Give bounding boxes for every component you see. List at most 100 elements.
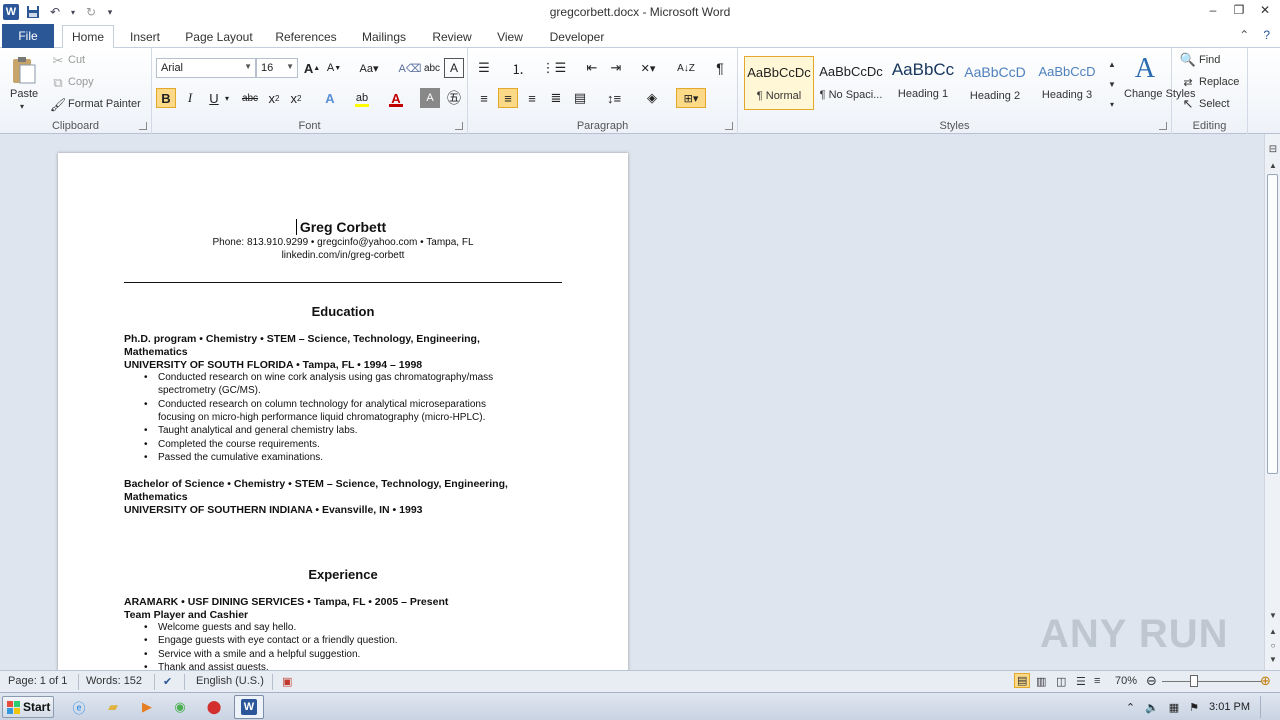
linkedin-line[interactable]: linkedin.com/in/greg-corbett	[58, 250, 628, 261]
font-size-dropdown-icon[interactable]: ▼	[286, 62, 294, 71]
language-indicator[interactable]: English (U.S.)	[196, 675, 264, 687]
style-heading-2[interactable]: AaBbCcD Heading 2	[960, 56, 1030, 110]
clear-formatting-icon[interactable]: A⌫	[399, 58, 422, 78]
list-item[interactable]: Completed the course requirements.	[144, 439, 320, 452]
font-name-dropdown-icon[interactable]: ▼	[244, 62, 252, 71]
copy-button[interactable]: Copy	[68, 76, 94, 88]
increase-indent-icon[interactable]: ⇥	[606, 58, 626, 78]
font-name-combo[interactable]: Arial ▼	[156, 58, 256, 78]
print-layout-view-icon[interactable]: ▤	[1014, 673, 1031, 688]
show-hidden-icons-icon[interactable]: ⌃	[1126, 701, 1135, 714]
styles-scroll-up-icon[interactable]: ▲	[1106, 56, 1118, 72]
strikethrough-icon[interactable]: abc	[238, 88, 262, 108]
align-left-icon[interactable]: ≡	[474, 88, 494, 108]
font-size-combo[interactable]: 16 ▼	[256, 58, 298, 78]
page-count[interactable]: Page: 1 of 1	[8, 675, 67, 687]
tab-home[interactable]: Home	[62, 25, 114, 48]
tab-mailings[interactable]: Mailings	[352, 25, 416, 48]
list-item[interactable]: Passed the cumulative examinations.	[144, 452, 323, 465]
clock[interactable]: 3:01 PM	[1209, 701, 1250, 713]
distributed-icon[interactable]: ▤	[570, 88, 590, 108]
find-icon[interactable]: 🔍	[1180, 52, 1196, 68]
borders-icon[interactable]: ⊞▾	[676, 88, 706, 108]
bs-school-line[interactable]: UNIVERSITY OF SOUTHERN INDIANA • Evansvi…	[124, 504, 423, 516]
italic-icon[interactable]: I	[180, 88, 200, 108]
select-button[interactable]: Select	[1199, 98, 1230, 110]
undo-icon[interactable]: ↶	[47, 4, 63, 20]
numbering-icon[interactable]: ⒈	[508, 58, 528, 78]
line-spacing-icon[interactable]: ↕≡	[604, 88, 624, 108]
replace-icon[interactable]: ⇄	[1180, 74, 1196, 90]
contact-line[interactable]: Phone: 813.910.9299 • gregcinfo@yahoo.co…	[58, 237, 628, 248]
network-icon[interactable]: ▦	[1169, 701, 1179, 714]
find-button[interactable]: Find	[1199, 54, 1220, 66]
experience-heading[interactable]: Experience	[58, 567, 628, 582]
web-layout-icon[interactable]: ◫	[1056, 675, 1066, 688]
show-desktop-button[interactable]	[1260, 696, 1270, 718]
tab-references[interactable]: References	[268, 25, 344, 48]
phd-school-line[interactable]: UNIVERSITY OF SOUTH FLORIDA • Tampa, FL …	[124, 359, 422, 371]
list-item[interactable]: Conducted research on wine cork analysis…	[144, 372, 493, 397]
action-center-icon[interactable]: ⚑	[1189, 701, 1199, 714]
tab-developer[interactable]: Developer	[542, 25, 612, 48]
tab-insert[interactable]: Insert	[120, 25, 170, 48]
customize-qat-icon[interactable]: ▾	[105, 4, 115, 20]
education-heading[interactable]: Education	[58, 304, 628, 319]
subscript-icon[interactable]: x2	[264, 88, 284, 108]
shrink-font-icon[interactable]: A ▼	[324, 58, 344, 78]
grow-font-icon[interactable]: A ▲	[302, 58, 322, 78]
outline-view-icon[interactable]: ☰	[1076, 675, 1086, 688]
font-launcher-icon[interactable]	[455, 122, 463, 130]
style-normal[interactable]: AaBbCcDc ¶ Normal	[744, 56, 814, 110]
character-shading-icon[interactable]: A	[420, 88, 440, 108]
list-item[interactable]: Service with a smile and a helpful sugge…	[144, 649, 360, 662]
clipboard-launcher-icon[interactable]	[139, 122, 147, 130]
shading-icon[interactable]: ◈	[642, 88, 662, 108]
zoom-slider-thumb[interactable]	[1190, 675, 1198, 687]
start-button[interactable]: Start	[2, 696, 54, 718]
undo-dropdown-icon[interactable]: ▾	[69, 4, 77, 20]
restore-icon[interactable]: ❐	[1230, 2, 1248, 18]
phd-degree-line-cont[interactable]: Mathematics	[124, 346, 188, 358]
change-styles-icon[interactable]: A	[1130, 53, 1160, 84]
full-screen-reading-icon[interactable]: ▥	[1036, 675, 1046, 688]
paragraph-launcher-icon[interactable]	[725, 122, 733, 130]
style-heading-1[interactable]: AaBbCc Heading 1	[888, 56, 958, 110]
select-icon[interactable]: ↖	[1180, 96, 1196, 112]
redo-icon[interactable]: ↻	[83, 4, 99, 20]
paste-dropdown-icon[interactable]: ▾	[20, 102, 24, 111]
scrollbar-thumb[interactable]	[1267, 174, 1278, 474]
bullets-icon[interactable]: ☰	[474, 58, 494, 78]
format-painter-button[interactable]: Format Painter	[68, 98, 141, 110]
show-formatting-icon[interactable]: ¶	[710, 58, 730, 78]
minimize-ribbon-icon[interactable]: ⌃	[1239, 28, 1249, 42]
volume-icon[interactable]: 🔈	[1145, 701, 1159, 714]
select-browse-object-icon[interactable]: ○	[1265, 638, 1280, 652]
style-heading-3[interactable]: AaBbCcD Heading 3	[1032, 56, 1102, 110]
tab-file[interactable]: File	[2, 24, 54, 48]
scroll-down-icon[interactable]: ▼	[1265, 608, 1280, 622]
proofing-icon[interactable]: ✔	[163, 675, 172, 688]
superscript-icon[interactable]: x2	[286, 88, 306, 108]
enclose-characters-icon[interactable]: ㊄	[444, 88, 464, 108]
file-explorer-icon[interactable]: ▰	[102, 697, 124, 717]
list-item[interactable]: Conducted research on column technology …	[144, 399, 486, 424]
chrome-icon[interactable]: ◉	[169, 697, 191, 717]
character-border-icon[interactable]: A	[444, 58, 464, 78]
styles-scroll-down-icon[interactable]: ▼	[1106, 76, 1118, 92]
previous-page-icon[interactable]: ▲	[1265, 624, 1280, 638]
job-line[interactable]: ARAMARK • USF DINING SERVICES • Tampa, F…	[124, 596, 448, 608]
close-icon[interactable]: ✕	[1256, 2, 1274, 18]
tab-view[interactable]: View	[488, 25, 532, 48]
bs-degree-line[interactable]: Bachelor of Science • Chemistry • STEM –…	[124, 478, 508, 490]
word-count[interactable]: Words: 152	[86, 675, 142, 687]
bs-degree-line-cont[interactable]: Mathematics	[124, 491, 188, 503]
format-painter-icon[interactable]: 🖌	[50, 97, 67, 113]
word-taskbar-icon[interactable]: W	[238, 697, 260, 717]
styles-launcher-icon[interactable]	[1159, 122, 1167, 130]
job-title[interactable]: Team Player and Cashier	[124, 609, 248, 621]
styles-more-icon[interactable]: ▾	[1106, 96, 1118, 112]
align-center-icon[interactable]: ≡	[498, 88, 518, 108]
cut-button[interactable]: Cut	[68, 54, 85, 66]
list-item[interactable]: Engage guests with eye contact or a frie…	[144, 635, 398, 648]
